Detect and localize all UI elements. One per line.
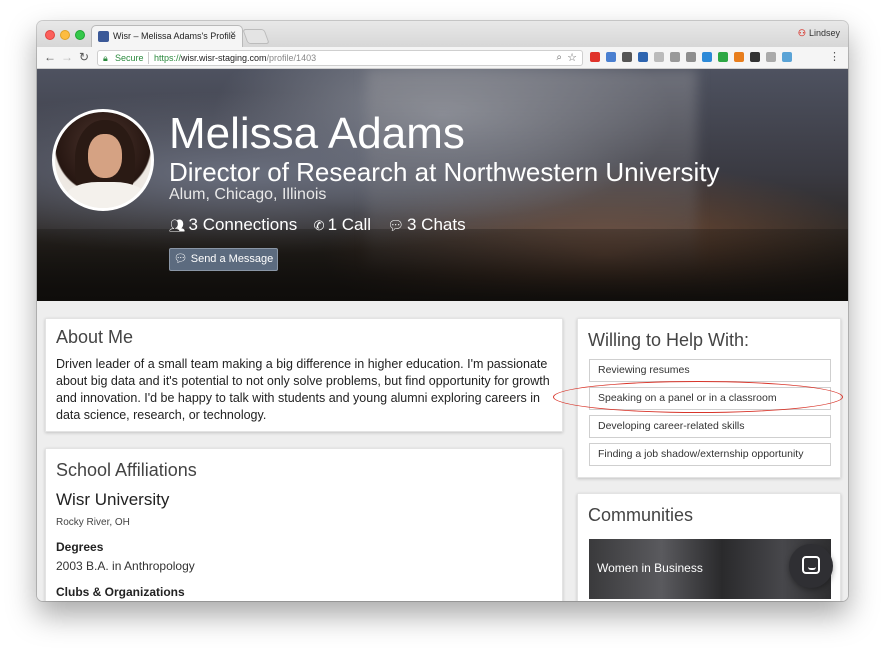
- url-text[interactable]: https://wisr.wisr-staging.com/profile/14…: [154, 53, 316, 63]
- close-window-button[interactable]: [45, 30, 55, 40]
- communities-heading: Communities: [588, 505, 694, 525]
- title-bar: Wisr – Melissa Adams's Profile × ⚇ Lindse…: [37, 21, 848, 47]
- community-name: Women in Business: [597, 561, 703, 575]
- zoom-icon[interactable]: ⌕: [556, 52, 562, 63]
- school-location: Rocky River, OH: [56, 517, 130, 528]
- profile-name: Melissa Adams: [169, 109, 465, 158]
- browser-toolbar: ← → ↻ 🔒︎ Secure https://wisr.wisr-stagin…: [37, 47, 848, 69]
- school-affiliations-card: School Affiliations Wisr University Rock…: [45, 448, 563, 601]
- chats-count: 3 Chats: [407, 215, 466, 234]
- extension-icon[interactable]: [734, 52, 744, 62]
- profile-page: Melissa Adams Director of Research at No…: [37, 69, 848, 601]
- profile-header: Melissa Adams Director of Research at No…: [37, 69, 848, 301]
- person-icon: ⚇: [797, 28, 806, 38]
- about-me-text: Driven leader of a small team making a b…: [56, 357, 550, 422]
- browser-profile-name: Lindsey: [808, 28, 840, 38]
- bookmark-star-icon[interactable]: ☆: [567, 51, 577, 64]
- chat-smile: [808, 567, 816, 570]
- clubs-heading: Clubs & Organizations: [56, 585, 185, 599]
- connections-stat[interactable]: 👥︎ 3 Connections: [169, 215, 297, 235]
- highlight-ellipse: [553, 381, 843, 413]
- extension-icon[interactable]: [718, 52, 728, 62]
- url-path: /profile/1403: [266, 53, 317, 63]
- extension-icon[interactable]: [654, 52, 664, 62]
- address-bar[interactable]: 🔒︎ Secure https://wisr.wisr-staging.com/…: [97, 50, 583, 66]
- about-me-heading: About Me: [56, 327, 134, 347]
- school-affiliations-heading: School Affiliations: [56, 460, 197, 480]
- browser-profile[interactable]: ⚇ Lindsey: [798, 28, 840, 39]
- calls-stat[interactable]: ✆ 1 Call: [314, 215, 371, 235]
- url-host: wisr.wisr-staging.com: [181, 53, 267, 63]
- extension-icon[interactable]: [702, 52, 712, 62]
- phone-icon: ✆: [313, 218, 325, 233]
- profile-location: Alum, Chicago, Illinois: [169, 186, 327, 203]
- wisr-favicon-icon: [98, 31, 109, 42]
- secure-label: Secure: [115, 53, 144, 63]
- help-item[interactable]: Reviewing resumes: [589, 359, 831, 382]
- browser-menu-icon[interactable]: ⋮: [829, 50, 840, 63]
- back-arrow-icon[interactable]: ←: [44, 50, 56, 64]
- extension-icons: [590, 52, 798, 65]
- extension-icon[interactable]: [606, 52, 616, 62]
- calls-count: 1 Call: [327, 215, 372, 234]
- send-message-button[interactable]: 💬︎ Send a Message: [169, 248, 278, 271]
- extension-icon[interactable]: [686, 52, 696, 62]
- minimize-window-button[interactable]: [60, 30, 70, 40]
- profile-stats: 👥︎ 3 Connections ✆ 1 Call 💬︎ 3 Chats: [169, 215, 478, 235]
- tab-close-icon[interactable]: ×: [230, 29, 236, 40]
- browser-window: Wisr – Melissa Adams's Profile × ⚇ Lindse…: [37, 21, 848, 601]
- extension-icon[interactable]: [670, 52, 680, 62]
- extension-icon[interactable]: [622, 52, 632, 62]
- lock-icon: 🔒︎: [103, 53, 108, 63]
- willing-to-help-heading: Willing to Help With:: [588, 330, 750, 350]
- extension-icon[interactable]: [766, 52, 776, 62]
- screenshot-canvas: Wisr – Melissa Adams's Profile × ⚇ Lindse…: [0, 0, 885, 655]
- help-item[interactable]: Finding a job shadow/externship opportun…: [589, 443, 831, 466]
- new-tab-button[interactable]: [242, 29, 270, 44]
- chats-stat[interactable]: 💬︎ 3 Chats: [387, 215, 465, 235]
- avatar: [52, 109, 154, 211]
- extension-icon[interactable]: [590, 52, 600, 62]
- tab-title: Wisr – Melissa Adams's Profile: [113, 31, 236, 41]
- help-item[interactable]: Developing career-related skills: [589, 415, 831, 438]
- degree-value: 2003 B.A. in Anthropology: [56, 559, 195, 573]
- people-icon: 👥︎: [169, 218, 186, 233]
- forward-arrow-icon[interactable]: →: [61, 50, 73, 64]
- avatar-face: [88, 134, 122, 178]
- send-message-label: Send a Message: [190, 253, 274, 265]
- message-icon: 💬︎: [173, 253, 191, 265]
- chat-launcher-button[interactable]: [789, 544, 833, 588]
- school-name[interactable]: Wisr University: [56, 490, 169, 510]
- extension-icon[interactable]: [750, 52, 760, 62]
- extension-icon[interactable]: [638, 52, 648, 62]
- url-protocol: https://: [154, 53, 182, 63]
- reload-icon[interactable]: ↻: [79, 50, 89, 64]
- browser-tab[interactable]: Wisr – Melissa Adams's Profile ×: [91, 25, 243, 47]
- profile-title: Director of Research at Northwestern Uni…: [169, 157, 720, 187]
- maximize-window-button[interactable]: [75, 30, 85, 40]
- chat-bubble-icon: 💬︎: [387, 218, 404, 233]
- avatar-shirt: [65, 182, 147, 208]
- chat-icon: [802, 556, 820, 574]
- extension-icon[interactable]: [782, 52, 792, 62]
- about-me-card: About Me Driven leader of a small team m…: [45, 318, 563, 432]
- header-background-trees: [37, 229, 848, 301]
- connections-count: 3 Connections: [188, 215, 298, 234]
- degrees-heading: Degrees: [56, 540, 104, 554]
- address-divider: [148, 52, 149, 64]
